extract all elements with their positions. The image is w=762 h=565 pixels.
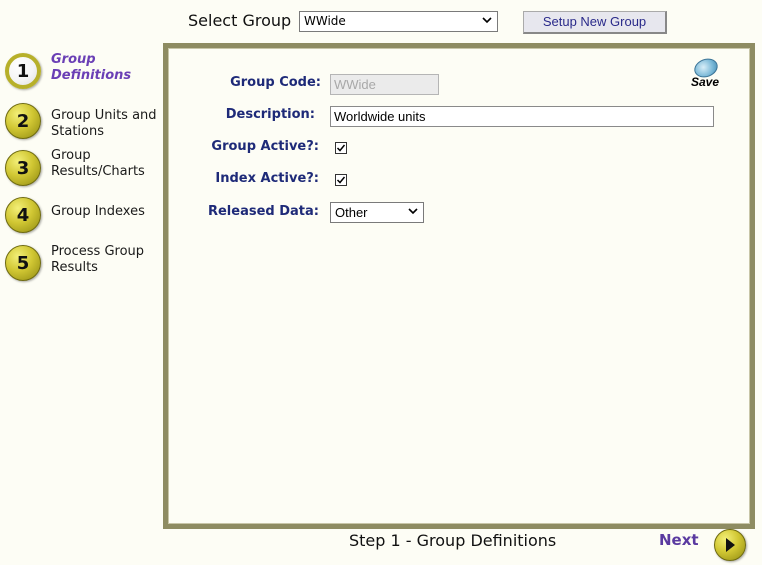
- step-2-label[interactable]: Group Units and Stations: [51, 108, 157, 140]
- released-data-select[interactable]: Other: [330, 202, 424, 223]
- index-active-label: Index Active?:: [215, 171, 319, 186]
- step-3-label-line1: Group: [51, 148, 91, 163]
- save-button[interactable]: Save: [688, 55, 722, 93]
- step-1-badge[interactable]: 1: [5, 53, 41, 89]
- step-4[interactable]: 4: [5, 197, 41, 233]
- group-select[interactable]: WWide: [299, 11, 498, 32]
- step-5-label-line2: Results: [51, 260, 98, 275]
- step-3[interactable]: 3: [5, 150, 41, 186]
- next-link[interactable]: Next: [659, 531, 699, 549]
- step-3-number: 3: [16, 157, 30, 179]
- step-4-number: 4: [16, 204, 30, 226]
- step-5-label-line1: Process Group: [51, 244, 145, 259]
- step-3-badge[interactable]: 3: [5, 150, 41, 186]
- step-3-label[interactable]: Group Results/Charts: [51, 148, 145, 180]
- check-icon: [336, 176, 346, 184]
- index-active-checkbox[interactable]: [335, 174, 347, 186]
- next-button[interactable]: [714, 529, 746, 561]
- step-5-label[interactable]: Process Group Results: [51, 244, 144, 276]
- step-2[interactable]: 2: [5, 103, 41, 139]
- step-5[interactable]: 5: [5, 245, 41, 281]
- step-4-label-line1: Group Indexes: [51, 204, 145, 219]
- step-5-number: 5: [16, 252, 30, 274]
- step-2-label-line1: Group Units and: [51, 108, 157, 123]
- group-definitions-panel: Group Code: WWide Description: Worldwide…: [163, 43, 755, 529]
- group-code-label: Group Code:: [230, 75, 321, 90]
- panel-inner: Group Code: WWide Description: Worldwide…: [168, 48, 750, 524]
- step-5-badge[interactable]: 5: [5, 245, 41, 281]
- step-1-label-line1: Group: [51, 52, 96, 67]
- step-2-badge[interactable]: 2: [5, 103, 41, 139]
- chevron-down-icon: [481, 14, 493, 30]
- group-select-value: WWide: [304, 14, 346, 28]
- group-active-label: Group Active?:: [211, 139, 319, 154]
- step-1[interactable]: 1: [5, 53, 41, 89]
- description-field[interactable]: Worldwide units: [330, 106, 714, 127]
- step-2-label-line2: Stations: [51, 124, 104, 139]
- setup-new-group-button[interactable]: Setup New Group: [523, 11, 667, 34]
- chevron-down-icon: [407, 205, 419, 221]
- check-icon: [336, 144, 346, 152]
- step-3-label-line2: Results/Charts: [51, 164, 145, 179]
- released-data-value: Other: [335, 205, 368, 220]
- group-active-checkbox[interactable]: [335, 142, 347, 154]
- step-4-badge[interactable]: 4: [5, 197, 41, 233]
- save-label: Save: [690, 75, 720, 89]
- select-group-label: Select Group: [188, 11, 292, 30]
- step-1-number: 1: [16, 60, 30, 82]
- arrow-right-icon: [726, 538, 735, 552]
- description-label: Description:: [225, 107, 315, 122]
- step-2-number: 2: [16, 110, 30, 132]
- step-4-label[interactable]: Group Indexes: [51, 204, 145, 220]
- released-data-label: Released Data:: [207, 204, 319, 219]
- step-caption: Step 1 - Group Definitions: [349, 531, 557, 550]
- step-1-label[interactable]: Group Definitions: [51, 52, 131, 84]
- step-1-label-line2: Definitions: [51, 68, 132, 83]
- group-code-field: WWide: [330, 74, 439, 95]
